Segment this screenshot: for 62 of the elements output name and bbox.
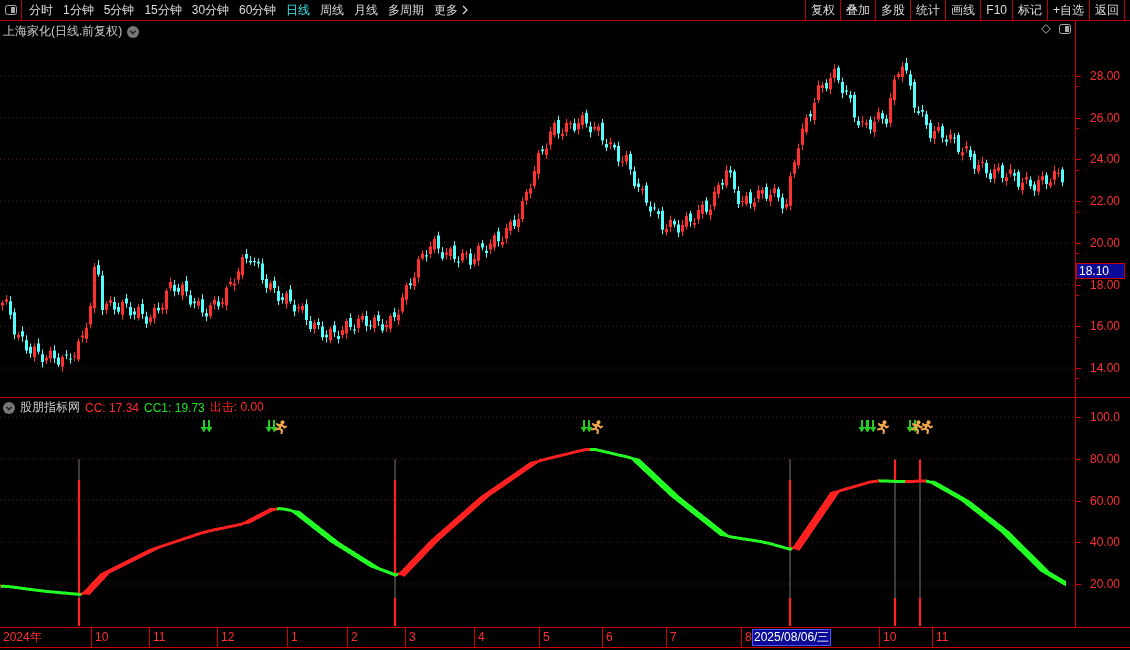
dropdown-icon[interactable] (127, 25, 140, 38)
runner-icon (876, 420, 889, 434)
indicator-reading: CC: 17.34 (85, 400, 140, 415)
axis-label: 26.00 (1090, 110, 1121, 125)
last-price-label: 18.10 (1076, 263, 1125, 279)
period-tab[interactable]: 1分钟 (58, 0, 99, 20)
axis-label: 3 (408, 630, 417, 645)
panel-toggle-icon (4, 5, 17, 15)
double-down-arrow-icon (200, 420, 213, 433)
axis-label: 100.0 (1090, 410, 1121, 424)
period-tab[interactable]: 月线 (349, 0, 384, 20)
dropdown-icon[interactable] (3, 401, 15, 414)
panel-toggle-icon[interactable] (1059, 24, 1071, 34)
indicator-name: 股朋指标网 (20, 399, 80, 416)
axis-label: 40.00 (1090, 535, 1121, 550)
period-tab[interactable]: 15分钟 (139, 0, 187, 20)
axis-label: 20.00 (1090, 235, 1121, 250)
period-tab[interactable]: 5分钟 (98, 0, 140, 20)
axis-label: 10 (882, 630, 898, 645)
chevron-right-icon (462, 5, 469, 15)
axis-label: 24.00 (1090, 152, 1121, 167)
axis-label: 11 (152, 630, 167, 645)
chart-title: 上海家化(日线.前复权) (3, 23, 123, 40)
axis-label: 80.00 (1090, 451, 1121, 466)
axis-label: 14.00 (1090, 361, 1121, 376)
indicator-reading: CC1: 19.73 (144, 400, 205, 415)
axis-label: 2024年 (2, 630, 43, 645)
diamond-icon[interactable] (1041, 24, 1051, 34)
axis-label: 6 (605, 630, 614, 645)
axis-label: 1 (290, 630, 299, 645)
period-tab[interactable]: 周线 (315, 0, 350, 20)
runner-icon (274, 420, 287, 434)
axis-label: 7 (669, 630, 678, 645)
period-tab[interactable]: 分时 (24, 0, 58, 20)
toolbar-button[interactable]: 返回 (1089, 0, 1125, 20)
runner-icon (910, 420, 923, 434)
double-down-arrow-icon (265, 420, 278, 433)
axis-label: 2 (350, 630, 359, 645)
indicator-reading: 出击: 0.00 (209, 399, 264, 416)
axis-label: 28.00 (1090, 69, 1121, 83)
double-down-arrow-icon (864, 420, 877, 433)
period-tab[interactable]: 日线 (281, 0, 316, 20)
period-tab[interactable]: 多周期 (383, 0, 430, 20)
axis-label: 20.00 (1090, 577, 1121, 591)
period-tab[interactable]: 30分钟 (186, 0, 235, 20)
period-tab[interactable]: 60分钟 (234, 0, 282, 20)
axis-label: 8 (744, 630, 753, 645)
axis-label: 18.00 (1090, 277, 1121, 292)
runner-icon (920, 420, 933, 434)
cursor-date-label: 2025/08/06/三 (752, 629, 832, 646)
axis-label: 60.00 (1090, 493, 1121, 508)
axis-label: 5 (542, 630, 551, 645)
axis-label: 16.00 (1090, 319, 1121, 334)
runner-icon (590, 420, 603, 434)
period-tab[interactable]: 更多 (429, 0, 474, 20)
double-down-arrow-icon (906, 420, 919, 433)
axis-label: 4 (477, 630, 486, 645)
axis-label: 11 (935, 630, 950, 645)
double-down-arrow-icon (580, 420, 593, 433)
axis-label: 22.00 (1090, 194, 1121, 209)
axis-label: 12 (220, 630, 236, 645)
axis-label: 10 (94, 630, 110, 645)
